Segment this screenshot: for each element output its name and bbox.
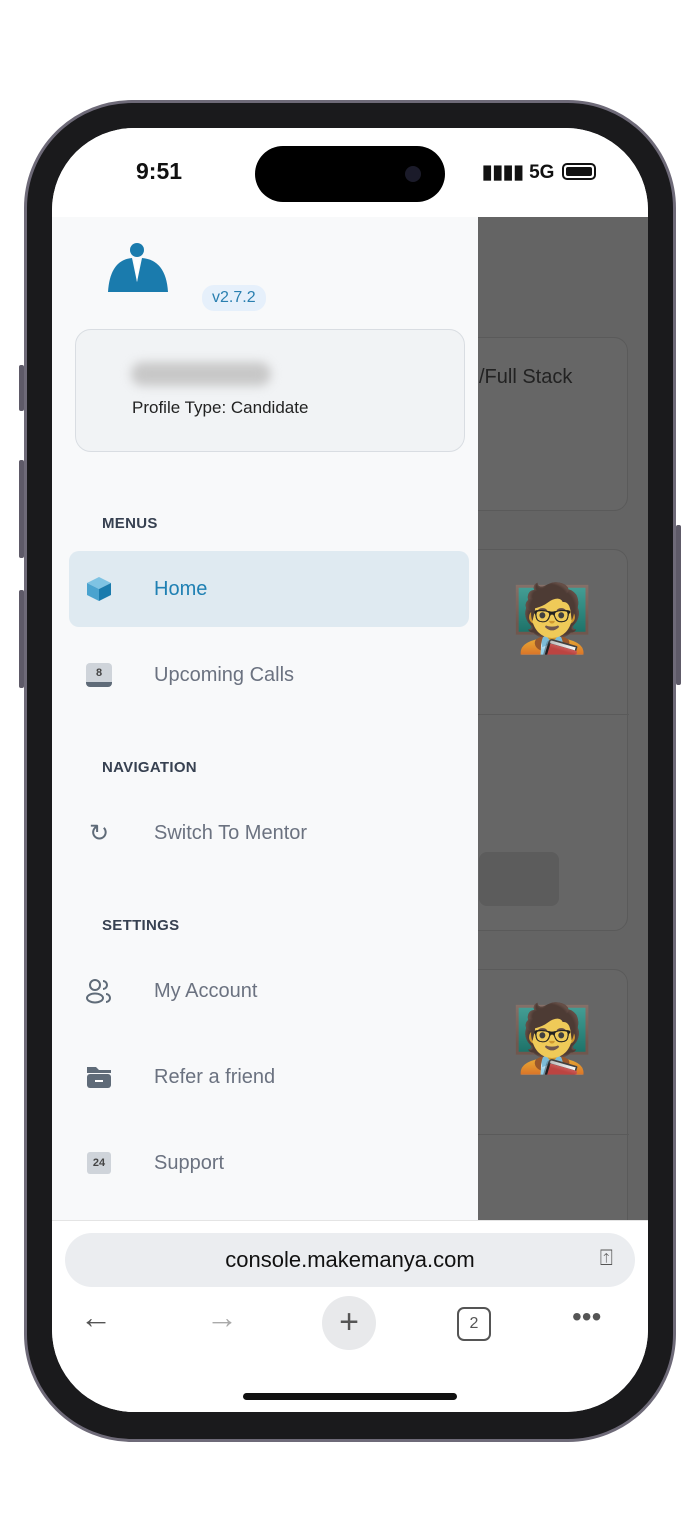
support-24-icon: 24 [84, 1152, 114, 1174]
tabs-button[interactable]: 2 [457, 1307, 491, 1341]
background-card: /Full Stack [458, 337, 628, 511]
version-badge: v2.7.2 [202, 285, 266, 311]
camera-icon [405, 166, 421, 182]
power-button [676, 525, 681, 685]
mentor-illustration-icon: 🧑‍🏫 [511, 581, 594, 655]
url-text: console.makemanya.com [225, 1247, 475, 1272]
sidebar-item-label: Support [154, 1151, 225, 1174]
signal-indicator: ▮▮▮▮ 5G [482, 161, 554, 184]
sidebar-item-label: My Account [154, 979, 258, 1002]
profile-name-redacted [131, 362, 271, 386]
battery-icon [562, 163, 596, 180]
mute-switch [19, 365, 24, 411]
home-indicator[interactable] [243, 1393, 457, 1400]
sidebar-item-label: Home [154, 577, 208, 600]
app-logo-icon [108, 243, 168, 292]
background-card: 🧑‍🏫 [458, 549, 629, 931]
sidebar-item-label: Upcoming Calls [154, 663, 295, 686]
browser-toolbar: console.makemanya.com ⍐ ← → + 2 ••• [52, 1220, 648, 1412]
signal-bars-icon: ▮▮▮▮ [482, 162, 530, 183]
volume-down-button [19, 590, 24, 688]
forward-button[interactable]: → [206, 1299, 238, 1336]
background-overlay[interactable]: 🔔 /Full Stack 🧑‍🏫 🧑‍🏫 [458, 217, 648, 1269]
sidebar-item-switch-to-mentor[interactable]: ↻ Switch To Mentor [69, 795, 469, 871]
sidebar-item-support[interactable]: 24 Support [69, 1125, 469, 1201]
section-settings: SETTINGS [102, 917, 180, 934]
card-title: /Full Stack [479, 366, 573, 388]
new-tab-button[interactable]: + [322, 1296, 376, 1350]
clock: 9:51 [136, 158, 183, 184]
sidebar-item-upcoming-calls[interactable]: 8 Upcoming Calls [69, 637, 469, 713]
sidebar-item-refer-a-friend[interactable]: Refer a friend [69, 1039, 469, 1115]
background-button [479, 852, 559, 906]
status-bar: 9:51 ▮▮▮▮ 5G [52, 128, 648, 217]
volume-up-button [19, 460, 24, 558]
sidebar-item-label: Switch To Mentor [154, 821, 308, 844]
calendar-icon: 8 [84, 663, 114, 687]
more-menu-icon[interactable]: ••• [572, 1301, 601, 1333]
dynamic-island [255, 146, 445, 202]
back-button[interactable]: ← [80, 1299, 112, 1336]
folder-icon [84, 1064, 114, 1090]
sidebar-item-my-account[interactable]: My Account [69, 953, 469, 1029]
section-menus: MENUS [102, 515, 158, 532]
network-type: 5G [529, 162, 555, 183]
sidebar-item-label: Refer a friend [154, 1065, 276, 1088]
mentor-illustration-icon: 🧑‍🏫 [511, 1001, 594, 1075]
profile-type: Profile Type: Candidate [132, 398, 309, 417]
users-icon [84, 977, 114, 1005]
profile-card[interactable]: Profile Type: Candidate [75, 329, 465, 452]
share-icon[interactable]: ⍐ [600, 1245, 613, 1271]
address-bar[interactable]: console.makemanya.com ⍐ [65, 1233, 635, 1287]
side-drawer: v2.7.2 Profile Type: Candidate MENUS Hom… [52, 217, 478, 1220]
cube-icon [84, 575, 114, 603]
screen: 9:51 ▮▮▮▮ 5G 🔔 /Full Stack 🧑‍🏫 🧑‍🏫 v2.7.… [52, 128, 648, 1412]
section-navigation: NAVIGATION [102, 759, 197, 776]
sidebar-item-home[interactable]: Home [69, 551, 469, 627]
refresh-icon: ↻ [88, 819, 110, 847]
